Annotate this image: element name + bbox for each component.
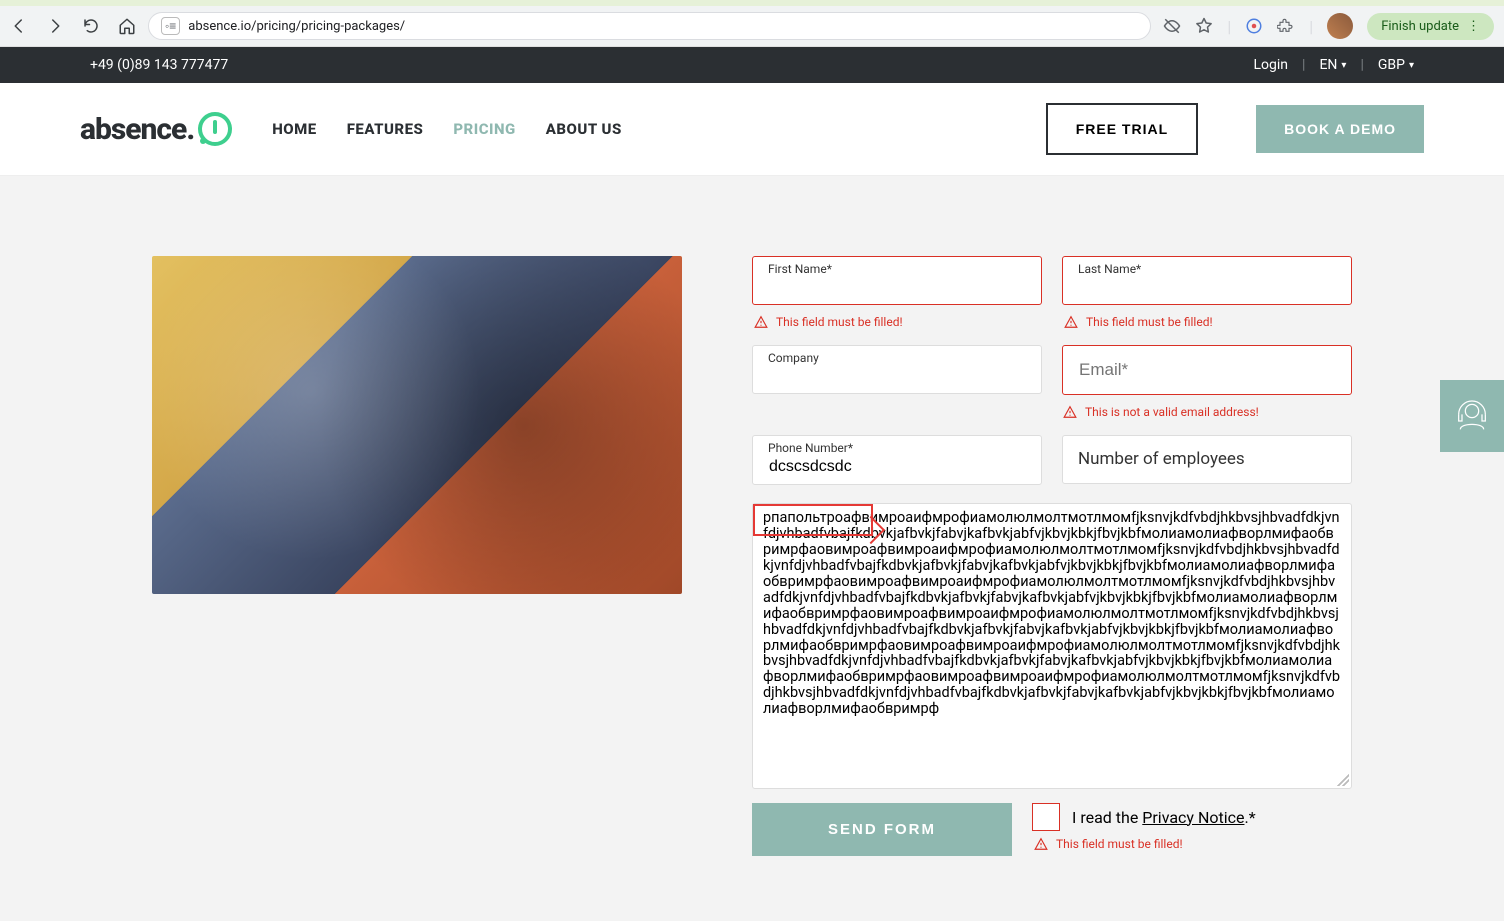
- privacy-text: I read the Privacy Notice.*: [1072, 808, 1256, 827]
- language-label: EN: [1319, 57, 1337, 73]
- free-trial-button[interactable]: FREE TRIAL: [1046, 103, 1198, 155]
- extension-circle-icon[interactable]: [1245, 17, 1263, 35]
- currency-label: GBP: [1378, 57, 1405, 73]
- email-input[interactable]: [1062, 345, 1352, 395]
- nav-features[interactable]: FEATURES: [347, 120, 424, 138]
- first-name-error: This field must be filled!: [754, 315, 1042, 329]
- extensions-puzzle-icon[interactable]: [1277, 17, 1295, 35]
- page-content: First Name* Last Name* This field must b…: [0, 176, 1504, 921]
- employees-input[interactable]: [1062, 435, 1352, 484]
- url-text: absence.io/pricing/pricing-packages/: [188, 19, 405, 34]
- forward-icon[interactable]: [46, 17, 64, 35]
- separator: |: [1302, 57, 1305, 73]
- error-text: This field must be filled!: [776, 315, 903, 329]
- last-name-label: Last Name*: [1078, 262, 1141, 276]
- message-textarea[interactable]: [753, 504, 1351, 784]
- nav-home[interactable]: HOME: [272, 120, 316, 138]
- finish-update-label: Finish update: [1381, 19, 1459, 34]
- error-text: This field must be filled!: [1086, 315, 1213, 329]
- phone-label: Phone Number*: [768, 441, 853, 455]
- home-icon[interactable]: [118, 17, 136, 35]
- currency-selector[interactable]: GBP ▾: [1378, 57, 1414, 73]
- main-nav: HOME FEATURES PRICING ABOUT US: [272, 120, 622, 138]
- logo-mark-icon: [198, 112, 232, 146]
- browser-toolbar: ◦≡ absence.io/pricing/pricing-packages/ …: [0, 6, 1504, 47]
- book-demo-button[interactable]: BOOK A DEMO: [1256, 105, 1424, 153]
- privacy-link[interactable]: Privacy Notice: [1142, 808, 1244, 827]
- login-link[interactable]: Login: [1254, 57, 1289, 73]
- error-text: This field must be filled!: [1056, 837, 1183, 851]
- language-selector[interactable]: EN ▾: [1319, 57, 1346, 73]
- company-label: Company: [768, 351, 819, 365]
- main-header: absence. HOME FEATURES PRICING ABOUT US …: [0, 83, 1504, 176]
- phone-number: +49 (0)89 143 777477: [90, 57, 228, 73]
- chevron-down-icon: ▾: [1341, 60, 1346, 71]
- address-bar[interactable]: ◦≡ absence.io/pricing/pricing-packages/: [148, 12, 1151, 40]
- nav-about[interactable]: ABOUT US: [546, 120, 622, 138]
- send-form-button[interactable]: SEND FORM: [752, 803, 1012, 856]
- privacy-checkbox[interactable]: [1032, 803, 1060, 831]
- utility-bar: +49 (0)89 143 777477 Login | EN ▾ | GBP …: [0, 47, 1504, 83]
- first-name-label: First Name*: [768, 262, 832, 276]
- nav-pricing[interactable]: PRICING: [453, 120, 515, 138]
- error-text: This is not a valid email address!: [1085, 405, 1259, 419]
- last-name-error: This field must be filled!: [1064, 315, 1352, 329]
- privacy-error: This field must be filled!: [1034, 837, 1352, 851]
- finish-update-button[interactable]: Finish update: [1367, 13, 1494, 40]
- headset-icon: [1452, 396, 1492, 436]
- reload-icon[interactable]: [82, 17, 100, 35]
- profile-avatar[interactable]: [1327, 13, 1353, 39]
- bookmark-star-icon[interactable]: [1195, 17, 1213, 35]
- hero-photo: [152, 256, 682, 594]
- email-error: This is not a valid email address!: [1063, 405, 1352, 419]
- chevron-down-icon: ▾: [1409, 60, 1414, 71]
- support-chat-button[interactable]: [1440, 380, 1504, 452]
- back-icon[interactable]: [10, 17, 28, 35]
- eye-hidden-icon[interactable]: [1163, 17, 1181, 35]
- message-field-wrap: [752, 503, 1352, 789]
- resize-handle-icon[interactable]: [1337, 774, 1349, 786]
- separator: |: [1360, 57, 1363, 73]
- site-settings-icon[interactable]: ◦≡: [161, 17, 180, 35]
- logo[interactable]: absence.: [80, 112, 232, 147]
